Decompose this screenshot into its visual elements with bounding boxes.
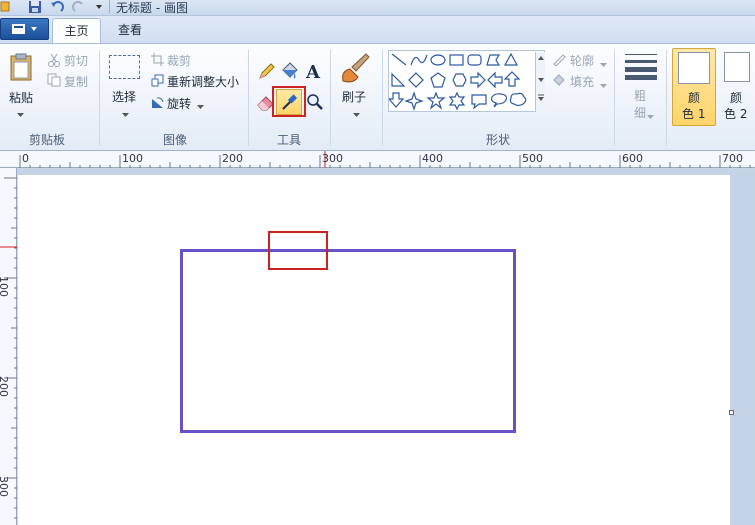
group-separator xyxy=(382,50,383,146)
vertical-ruler xyxy=(0,168,17,525)
ruler-label: 300 xyxy=(0,476,10,497)
magnifier-icon[interactable] xyxy=(305,92,325,112)
color1-swatch xyxy=(678,52,710,84)
fill-button[interactable]: 填充 xyxy=(570,73,594,90)
group-separator xyxy=(666,50,667,146)
paste-button[interactable]: 粘贴 xyxy=(9,89,33,106)
pencil-icon[interactable] xyxy=(256,61,276,81)
color1-label-2: 色 1 xyxy=(682,107,706,121)
text-icon[interactable]: A xyxy=(304,61,324,83)
fill-bucket-icon[interactable] xyxy=(280,61,300,81)
group-separator xyxy=(614,50,615,146)
customize-toolbar-icon[interactable] xyxy=(94,0,104,13)
scissors-icon xyxy=(47,53,61,70)
canvas-resize-handle[interactable] xyxy=(729,410,734,415)
fill-icon xyxy=(552,73,566,90)
resize-button[interactable]: 重新调整大小 xyxy=(167,73,239,90)
rotate-button[interactable]: 旋转 xyxy=(167,95,191,112)
ruler-label: 400 xyxy=(422,152,443,165)
crop-icon xyxy=(151,53,164,69)
title-separator xyxy=(109,0,110,14)
outline-icon xyxy=(552,52,566,69)
shapes-scrollbar[interactable] xyxy=(535,52,545,112)
rotate-icon xyxy=(151,96,165,112)
color2-swatch[interactable] xyxy=(724,52,750,82)
outline-dropdown-icon xyxy=(600,57,607,71)
size-dropdown-icon xyxy=(647,109,654,123)
size-label-1[interactable]: 粗 xyxy=(634,87,646,104)
paste-dropdown-icon[interactable] xyxy=(17,108,25,122)
group-separator xyxy=(248,50,249,146)
brushes-button[interactable]: 刷子 xyxy=(342,88,366,105)
ruler-label: 300 xyxy=(322,152,343,165)
app-icon[interactable] xyxy=(0,0,10,13)
save-icon[interactable] xyxy=(28,0,42,13)
image-group-label: 图像 xyxy=(162,133,187,147)
resize-icon xyxy=(151,74,164,90)
clipboard-group-label: 剪贴板 xyxy=(28,133,65,147)
drawing-canvas[interactable] xyxy=(18,175,730,525)
title-bar xyxy=(0,0,755,16)
ruler-label: 100 xyxy=(0,276,10,297)
brush-icon[interactable] xyxy=(338,51,372,85)
purple-rectangle-shape xyxy=(180,249,516,433)
copy-button[interactable]: 复制 xyxy=(64,73,88,90)
group-separator xyxy=(99,50,100,146)
color1-label-1: 颜 xyxy=(688,91,701,105)
size-label-2[interactable]: 细 xyxy=(634,104,646,121)
cut-button[interactable]: 剪切 xyxy=(64,52,88,69)
select-button[interactable]: 选择 xyxy=(112,88,136,105)
ruler-label: 500 xyxy=(522,152,543,165)
tab-home[interactable]: 主页 xyxy=(52,18,101,44)
svg-text:A: A xyxy=(305,62,321,81)
ruler-label: 700 xyxy=(722,152,743,165)
select-dropdown-icon[interactable] xyxy=(122,108,130,122)
color2-label-1[interactable]: 颜 xyxy=(730,89,742,106)
window-title: 无标题 - 画图 xyxy=(116,1,188,15)
ruler-label: 200 xyxy=(222,152,243,165)
tools-group-label: 工具 xyxy=(276,133,301,147)
ruler-label: 0 xyxy=(22,152,29,165)
group-separator xyxy=(330,50,331,146)
undo-icon[interactable] xyxy=(50,0,64,13)
clipboard-paste-icon[interactable] xyxy=(8,52,34,82)
redo-icon[interactable] xyxy=(72,0,86,13)
fill-dropdown-icon xyxy=(600,78,607,92)
ruler-label: 600 xyxy=(622,152,643,165)
brushes-dropdown-icon[interactable] xyxy=(353,108,361,122)
shapes-group-label: 形状 xyxy=(485,133,510,147)
size-icon[interactable] xyxy=(625,54,657,83)
color-picker-highlight xyxy=(272,86,306,117)
outline-button[interactable]: 轮廓 xyxy=(570,52,594,69)
crop-button[interactable]: 裁剪 xyxy=(167,52,191,69)
ruler-label: 100 xyxy=(122,152,143,165)
tab-view[interactable]: 查看 xyxy=(104,18,156,44)
file-menu-button[interactable] xyxy=(0,18,49,40)
shapes-gallery xyxy=(387,50,545,112)
ruler-label: 200 xyxy=(0,376,10,397)
select-icon[interactable] xyxy=(109,55,140,79)
copy-icon xyxy=(47,73,61,90)
color2-label-2[interactable]: 色 2 xyxy=(724,105,747,122)
rotate-dropdown-icon[interactable] xyxy=(197,100,205,114)
